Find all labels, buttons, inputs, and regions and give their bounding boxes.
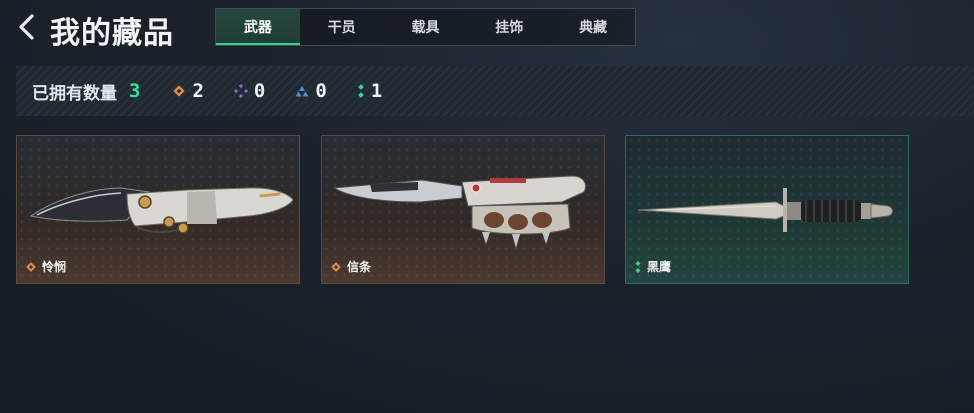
item-name: 怜悯 <box>42 260 67 274</box>
item-name: 黑鹰 <box>647 260 672 274</box>
tab-operators[interactable]: 干员 <box>300 9 384 45</box>
owned-count-bar: 已拥有数量 3 2 0 0 1 <box>16 66 974 116</box>
rarity-count-value: 0 <box>253 80 266 102</box>
owned-label: 已拥有数量 <box>32 83 117 104</box>
tab-charms[interactable]: 挂饰 <box>467 9 551 45</box>
item-name: 信条 <box>347 260 372 274</box>
rarity-count-value: 2 <box>192 80 204 102</box>
tab-vehicles[interactable]: 载具 <box>384 9 468 45</box>
tab-collection[interactable]: 典藏 <box>551 9 635 45</box>
page-title: 我的藏品 <box>50 16 174 51</box>
purple-diamond-icon <box>233 84 248 98</box>
chevron-left-icon <box>19 14 34 40</box>
back-button[interactable] <box>14 12 40 42</box>
tab-weapons[interactable]: 武器 <box>216 9 300 45</box>
blue-triangle-icon <box>295 86 309 97</box>
rarity-count-green: 1 <box>357 80 382 102</box>
orange-diamond-icon <box>331 261 341 272</box>
item-name-row: 信条 <box>330 258 371 275</box>
item-card-creed[interactable]: 信条 <box>321 135 605 284</box>
rarity-count-value: 0 <box>315 80 327 102</box>
green-dots-icon <box>357 84 364 98</box>
orange-diamond-icon <box>173 85 186 97</box>
green-dots-icon <box>635 260 641 273</box>
item-card-black-hawk[interactable]: 黑鹰 <box>625 135 909 284</box>
category-tabs: 武器 干员 载具 挂饰 典藏 <box>215 8 636 46</box>
rarity-count-purple: 0 <box>233 80 266 102</box>
orange-diamond-icon <box>26 261 36 272</box>
owned-total: 3 <box>129 80 141 102</box>
rarity-count-blue: 0 <box>295 80 327 102</box>
item-name-row: 怜悯 <box>25 258 66 275</box>
item-name-row: 黑鹰 <box>634 258 671 275</box>
rarity-count-value: 1 <box>370 80 383 102</box>
rarity-count-orange: 2 <box>172 80 204 102</box>
item-card-mercy[interactable]: 怜悯 <box>16 135 300 284</box>
